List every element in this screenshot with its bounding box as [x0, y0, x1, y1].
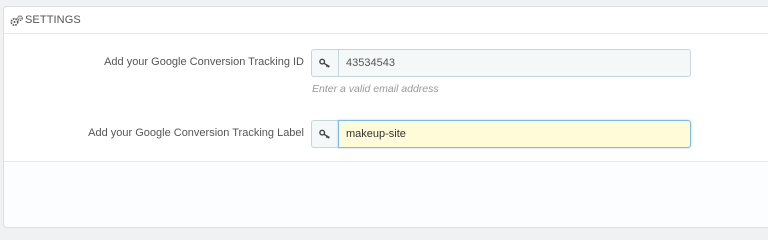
- tracking-label-input[interactable]: [338, 120, 691, 148]
- tracking-id-help-text: Enter a valid email address: [312, 83, 439, 95]
- settings-panel: SETTINGS Add your Google Conversion Trac…: [3, 6, 768, 228]
- tracking-label-input-group: [311, 120, 691, 148]
- panel-footer: [4, 161, 768, 227]
- panel-heading: SETTINGS: [4, 7, 768, 34]
- tracking-id-input-group: [311, 49, 691, 77]
- tracking-id-input[interactable]: [338, 49, 691, 77]
- key-icon: [311, 120, 338, 148]
- form-row-tracking-id: Add your Google Conversion Tracking ID: [4, 49, 768, 77]
- key-icon: [311, 49, 338, 77]
- tracking-label-label: Add your Google Conversion Tracking Labe…: [88, 127, 304, 139]
- cogs-icon: [10, 14, 23, 27]
- tracking-id-label: Add your Google Conversion Tracking ID: [104, 56, 304, 68]
- form-row-tracking-label: Add your Google Conversion Tracking Labe…: [4, 120, 768, 148]
- panel-title: SETTINGS: [25, 14, 81, 26]
